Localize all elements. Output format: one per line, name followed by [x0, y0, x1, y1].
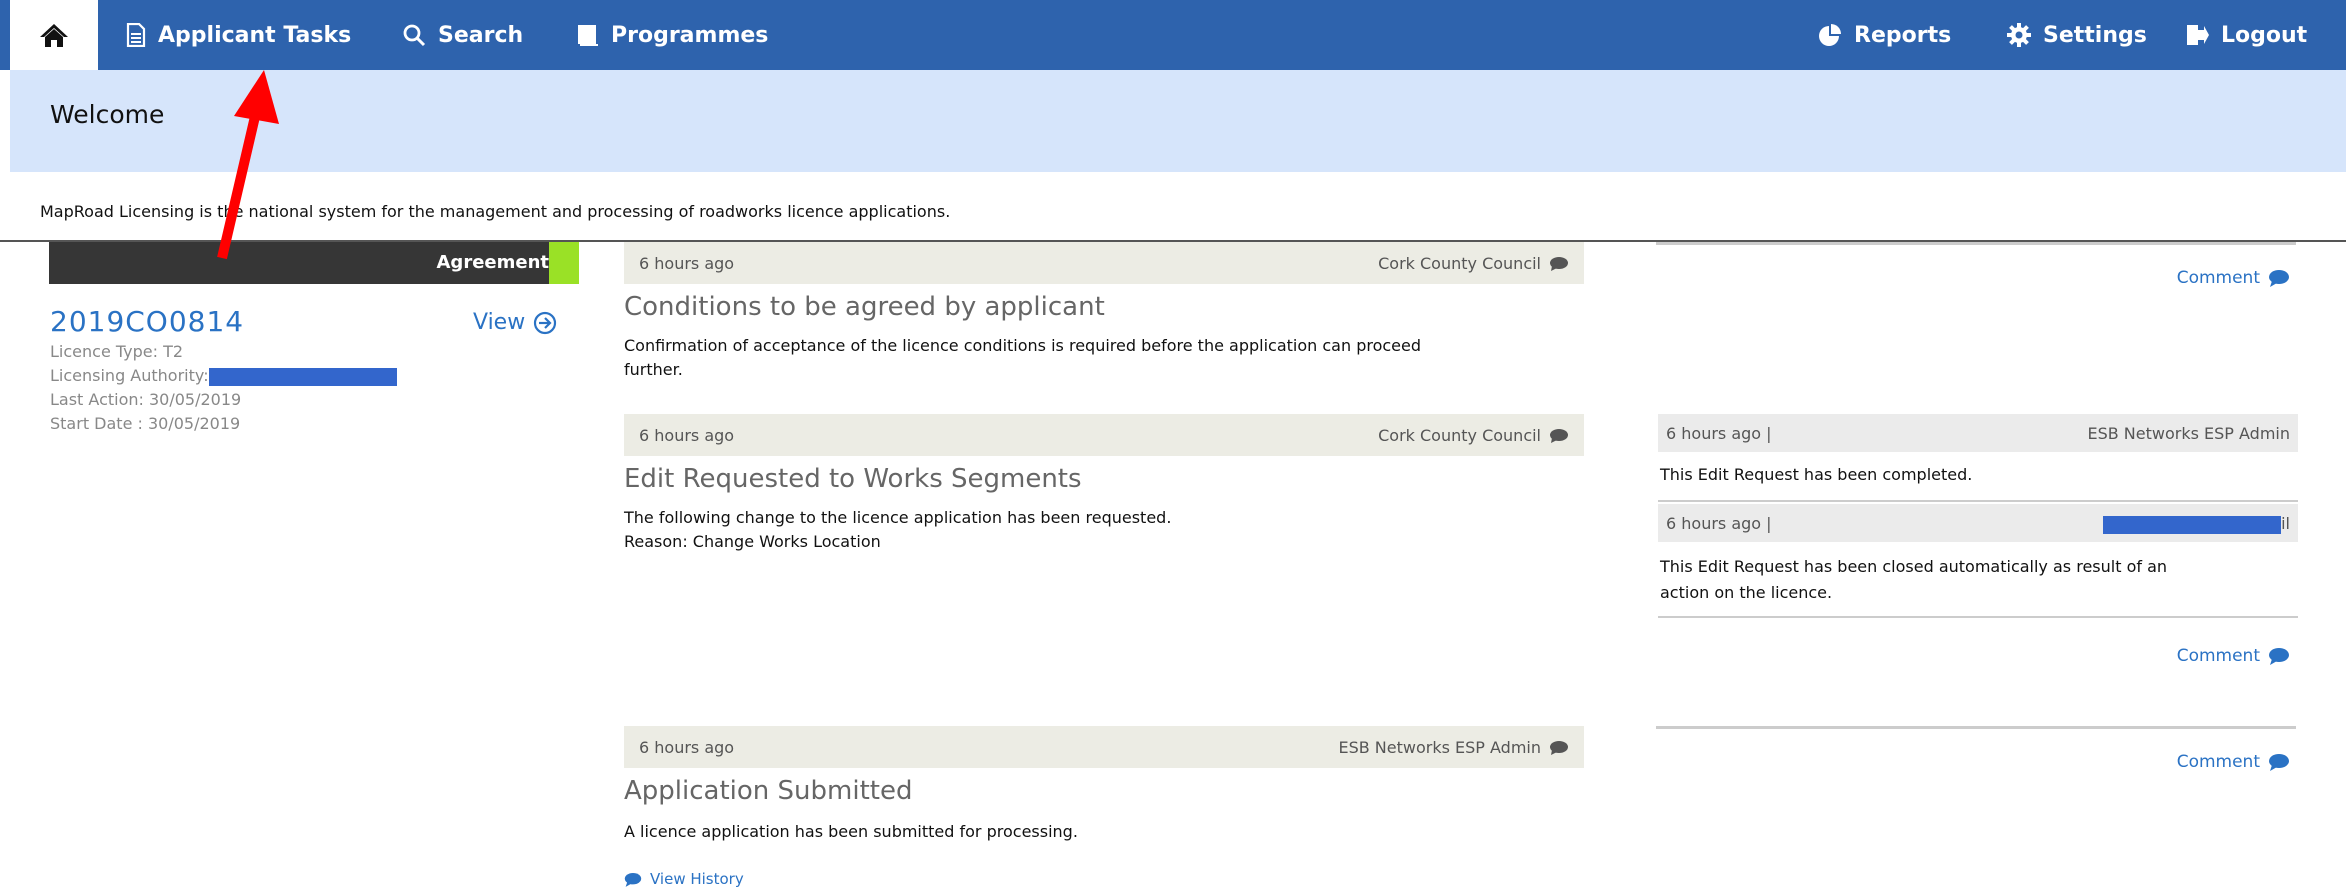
gear-icon: [2007, 23, 2031, 47]
licensing-authority-label: Licensing Authority:: [50, 366, 209, 385]
comment-icon: [2269, 648, 2289, 665]
reply-line: action on the licence.: [1660, 583, 1833, 602]
nav-settings-label: Settings: [2043, 22, 2147, 48]
comment-label: Comment: [2176, 752, 2260, 772]
nav-search-label: Search: [438, 22, 524, 48]
comment-icon: [1550, 740, 1568, 755]
view-licence-link[interactable]: View: [473, 310, 557, 335]
timestamp: 6 hours ago: [639, 254, 735, 273]
author: Cork County Council: [1378, 254, 1569, 273]
timeline-item-body: Confirmation of acceptance of the licenc…: [624, 334, 1421, 382]
nav-applicant-tasks-label: Applicant Tasks: [158, 22, 352, 48]
book-icon: [578, 25, 598, 46]
comment-icon: [1550, 256, 1568, 271]
timeline-item-header: 6 hours ago Cork County Council: [624, 242, 1584, 284]
timeline-item-header: 6 hours ago ESB Networks ESP Admin: [624, 726, 1584, 768]
licence-status-header: Agreement: [49, 242, 579, 284]
comments-panel-divider: [1656, 726, 2296, 729]
view-licence-label: View: [473, 310, 526, 335]
nav-logout[interactable]: Logout: [2185, 0, 2307, 70]
comment-icon: [2269, 270, 2289, 287]
author: Cork County Council: [1378, 426, 1569, 445]
author-name: Cork County Council: [1378, 426, 1541, 445]
comment-label: Comment: [2176, 646, 2260, 666]
timeline-item-title: Conditions to be agreed by applicant: [624, 292, 1105, 322]
divider: [1658, 500, 2298, 502]
author-name: ESB Networks ESP Admin: [1338, 738, 1541, 757]
reply-text: This Edit Request has been completed.: [1660, 465, 1973, 484]
author-name: Cork County Council: [1378, 254, 1541, 273]
nav-programmes[interactable]: Programmes: [577, 0, 768, 70]
reply-text: This Edit Request has been closed automa…: [1660, 554, 2167, 606]
status-accent: [549, 242, 579, 284]
document-icon: [126, 23, 146, 47]
author-name: ESB Networks ESP Admin: [2087, 424, 2290, 443]
body-line: The following change to the licence appl…: [624, 508, 1172, 527]
start-date: Start Date : 30/05/2019: [50, 414, 241, 433]
reply-line: This Edit Request has been closed automa…: [1660, 557, 2168, 576]
comment-button[interactable]: Comment: [2177, 646, 2290, 666]
comment-icon: [1550, 428, 1568, 443]
timeline-item-body: The following change to the licence appl…: [624, 506, 1171, 554]
top-navigation-bar: Applicant Tasks Search Programmes Report…: [0, 0, 2346, 70]
comment-label: Comment: [2176, 268, 2260, 288]
view-history-link[interactable]: View History: [624, 870, 744, 888]
page-title: Welcome: [50, 100, 165, 129]
nav-reports[interactable]: Reports: [1818, 0, 1951, 70]
timestamp: 6 hours ago |: [1666, 514, 1772, 533]
home-tab[interactable]: [10, 0, 98, 70]
licensing-authority: Licensing Authority:: [50, 366, 397, 386]
licence-number-link[interactable]: 2019CO0814: [50, 305, 244, 338]
body-line: A licence application has been submitted…: [624, 822, 1078, 841]
nav-logout-label: Logout: [2221, 22, 2308, 48]
author-name: il: [2103, 514, 2290, 534]
timeline-item-title: Edit Requested to Works Segments: [624, 464, 1082, 494]
comment-button[interactable]: Comment: [2177, 752, 2290, 772]
author-suffix: il: [2281, 514, 2290, 533]
intro-text: MapRoad Licensing is the national system…: [40, 202, 951, 221]
licence-type: Licence Type: T2: [50, 342, 184, 361]
body-line: Reason: Change Works Location: [624, 532, 881, 551]
pie-chart-icon: [1819, 24, 1841, 46]
author: ESB Networks ESP Admin: [1338, 738, 1569, 757]
nav-search[interactable]: Search: [402, 0, 523, 70]
comments-panel-divider: [1656, 242, 2296, 245]
welcome-banner: Welcome: [10, 70, 2346, 172]
nav-reports-label: Reports: [1854, 22, 1952, 48]
status-badge: Agreement: [436, 252, 550, 273]
last-action: Last Action: 30/05/2019: [50, 390, 242, 409]
comment-icon: [2269, 754, 2289, 771]
search-icon: [403, 24, 426, 47]
redaction: [2103, 515, 2282, 534]
nav-applicant-tasks[interactable]: Applicant Tasks: [126, 0, 351, 70]
home-icon: [40, 24, 68, 47]
redaction: [208, 367, 397, 386]
comment-button[interactable]: Comment: [2177, 268, 2290, 288]
body-line: further.: [624, 360, 683, 379]
timestamp: 6 hours ago: [639, 426, 735, 445]
timestamp: 6 hours ago: [639, 738, 735, 757]
nav-programmes-label: Programmes: [611, 22, 769, 48]
arrow-circle-right-icon: [534, 311, 557, 334]
timestamp: 6 hours ago |: [1666, 424, 1772, 443]
timeline-item-header: 6 hours ago Cork County Council: [624, 414, 1584, 456]
timeline-item-body: A licence application has been submitted…: [624, 820, 1078, 844]
logout-icon: [2187, 25, 2209, 45]
reply-header: 6 hours ago | il: [1658, 504, 2298, 542]
view-history-label: View History: [650, 870, 744, 888]
divider: [1658, 616, 2298, 618]
comment-icon: [624, 872, 642, 887]
reply-header: 6 hours ago | ESB Networks ESP Admin: [1658, 414, 2298, 452]
timeline-item-title: Application Submitted: [624, 776, 913, 806]
body-line: Confirmation of acceptance of the licenc…: [624, 336, 1421, 355]
nav-settings[interactable]: Settings: [2007, 0, 2147, 70]
